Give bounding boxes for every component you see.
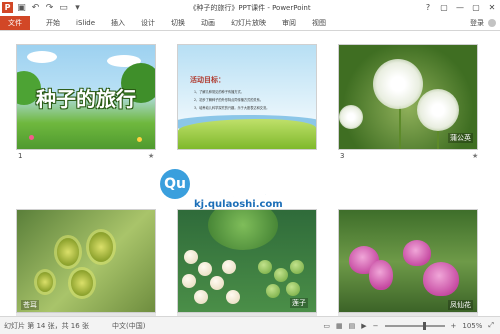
flower-petal: [369, 260, 393, 290]
slide-heading: 活动目标：: [190, 76, 225, 84]
tab-slideshow[interactable]: 幻灯片放映: [223, 16, 274, 30]
slide-thumbnail-5[interactable]: 莲子: [177, 209, 317, 315]
window-title: 《种子的旅行》PPT课件 - PowerPoint: [189, 4, 311, 12]
lotus-seed: [182, 274, 196, 288]
watermark: Qu 屈老师课件 kj.qulaoshi.com: [160, 169, 340, 211]
ribbon: 文件 开始 iSlide 插入 设计 切换 动画 幻灯片放映 审阅 视图 登录: [0, 16, 500, 31]
dandelion-puff: [417, 89, 459, 131]
lotus-seed: [198, 262, 212, 276]
green-lotus-seed: [274, 268, 288, 282]
minimize-icon[interactable]: —: [454, 2, 466, 13]
tab-transitions[interactable]: 切换: [163, 16, 193, 30]
lotus-seed: [194, 290, 208, 304]
green-lotus-seed: [286, 282, 300, 296]
lotus-seed: [226, 290, 240, 304]
lotus-seed: [222, 260, 236, 274]
watermark-url: kj.qulaoshi.com: [194, 199, 283, 210]
slide-sorter-view-icon[interactable]: ▦: [336, 322, 343, 330]
normal-view-icon[interactable]: ▭: [323, 322, 330, 330]
slideshow-view-icon[interactable]: ▶: [361, 322, 366, 330]
animation-star-icon: ★: [148, 152, 155, 160]
tab-home[interactable]: 开始: [38, 16, 68, 30]
flower: [137, 137, 142, 142]
burr: [89, 232, 113, 262]
zoom-level[interactable]: 105%: [462, 322, 482, 330]
tab-insert[interactable]: 插入: [103, 16, 133, 30]
present-icon[interactable]: ▭: [58, 2, 69, 13]
more-icon[interactable]: ▾: [72, 2, 83, 13]
tab-review[interactable]: 审阅: [274, 16, 304, 30]
slide-title: 种子的旅行: [36, 87, 136, 111]
slide-sorter: 种子的旅行 1 ★ 活动目标： 1、了解几种常见的种子传播方式。 2、初步了解种…: [0, 31, 500, 316]
reading-view-icon[interactable]: ▤: [349, 322, 356, 330]
tab-animations[interactable]: 动画: [193, 16, 223, 30]
slide-caption: 莲子: [290, 298, 308, 308]
powerpoint-app-icon: P: [2, 2, 13, 13]
green-lotus-seed: [266, 284, 280, 298]
ribbon-tabs: 开始 iSlide 插入 设计 切换 动画 幻灯片放映 审阅 视图: [38, 16, 334, 30]
burr: [57, 238, 79, 266]
slide-caption: 苍耳: [21, 300, 39, 310]
slide-thumbnail-1[interactable]: 种子的旅行: [16, 44, 156, 150]
slide-thumbnail-2[interactable]: 活动目标： 1、了解几种常见的种子传播方式。 2、初步了解种子的外形特点同传播方…: [177, 44, 317, 150]
watermark-logo: Qu: [160, 169, 190, 199]
slide-thumbnail-3[interactable]: 蒲公英: [338, 44, 478, 150]
zoom-in-icon[interactable]: +: [451, 322, 457, 330]
fit-slide-icon[interactable]: ⤢: [488, 321, 494, 330]
burr: [37, 272, 53, 292]
green-lotus-seed: [290, 260, 304, 274]
flower-petal: [423, 262, 459, 296]
slide-list-item: 2、初步了解种子的外形特点同传播方式的关系。: [194, 98, 263, 102]
lotus-seed: [184, 250, 198, 264]
lotus-seed: [210, 276, 224, 290]
slide-list-item: 3、培养幼儿科学探究的兴趣，乐于大胆表达和交流。: [194, 106, 270, 110]
stem: [399, 105, 401, 149]
zoom-out-icon[interactable]: −: [373, 322, 379, 330]
slide-list-item: 1、了解几种常见的种子传播方式。: [194, 90, 244, 94]
slide-caption: 蒲公英: [448, 133, 473, 143]
status-bar: 幻灯片 第 14 张，共 16 张 中文(中国) ▭ ▦ ▤ ▶ − + 105…: [0, 316, 500, 334]
burr: [71, 270, 93, 296]
redo-icon[interactable]: ↷: [44, 2, 55, 13]
maximize-icon[interactable]: ▢: [470, 2, 482, 13]
tab-view[interactable]: 视图: [304, 16, 334, 30]
green-lotus-seed: [258, 260, 272, 274]
user-icon[interactable]: [488, 19, 496, 27]
lotus-pod: [208, 210, 278, 250]
flower: [29, 135, 34, 140]
view-controls: ▭ ▦ ▤ ▶ − + 105% ⤢: [323, 321, 494, 330]
dandelion-puff: [339, 105, 363, 129]
animation-star-icon: ★: [472, 152, 479, 160]
slide-thumbnail-6[interactable]: 凤仙花: [338, 209, 478, 315]
tab-file[interactable]: 文件: [0, 16, 30, 30]
grass-decoration: [178, 119, 316, 149]
slide-thumbnail-4[interactable]: 苍耳: [16, 209, 156, 315]
slide-number: 1: [18, 152, 23, 160]
login-link[interactable]: 登录: [470, 16, 484, 30]
undo-icon[interactable]: ↶: [30, 2, 41, 13]
cloud: [27, 51, 57, 63]
language-status[interactable]: 中文(中国): [112, 321, 145, 331]
slide-caption: 凤仙花: [448, 300, 473, 310]
zoom-slider[interactable]: [384, 321, 445, 330]
close-icon[interactable]: ✕: [486, 2, 498, 13]
slide-count-status: 幻灯片 第 14 张，共 16 张: [4, 322, 89, 330]
flower-petal: [403, 240, 431, 266]
tab-islide[interactable]: iSlide: [68, 16, 103, 30]
slide-number: 3: [340, 152, 345, 160]
tab-design[interactable]: 设计: [133, 16, 163, 30]
window-controls: ? ▢ — ▢ ✕: [422, 2, 498, 13]
dandelion-puff: [373, 59, 423, 109]
help-icon[interactable]: ?: [422, 2, 434, 13]
quick-access-toolbar: P ▣ ↶ ↷ ▭ ▾: [2, 2, 83, 13]
save-icon[interactable]: ▣: [16, 2, 27, 13]
title-bar: P ▣ ↶ ↷ ▭ ▾ 《种子的旅行》PPT课件 - PowerPoint ? …: [0, 0, 500, 16]
ribbon-display-icon[interactable]: ▢: [438, 2, 450, 13]
